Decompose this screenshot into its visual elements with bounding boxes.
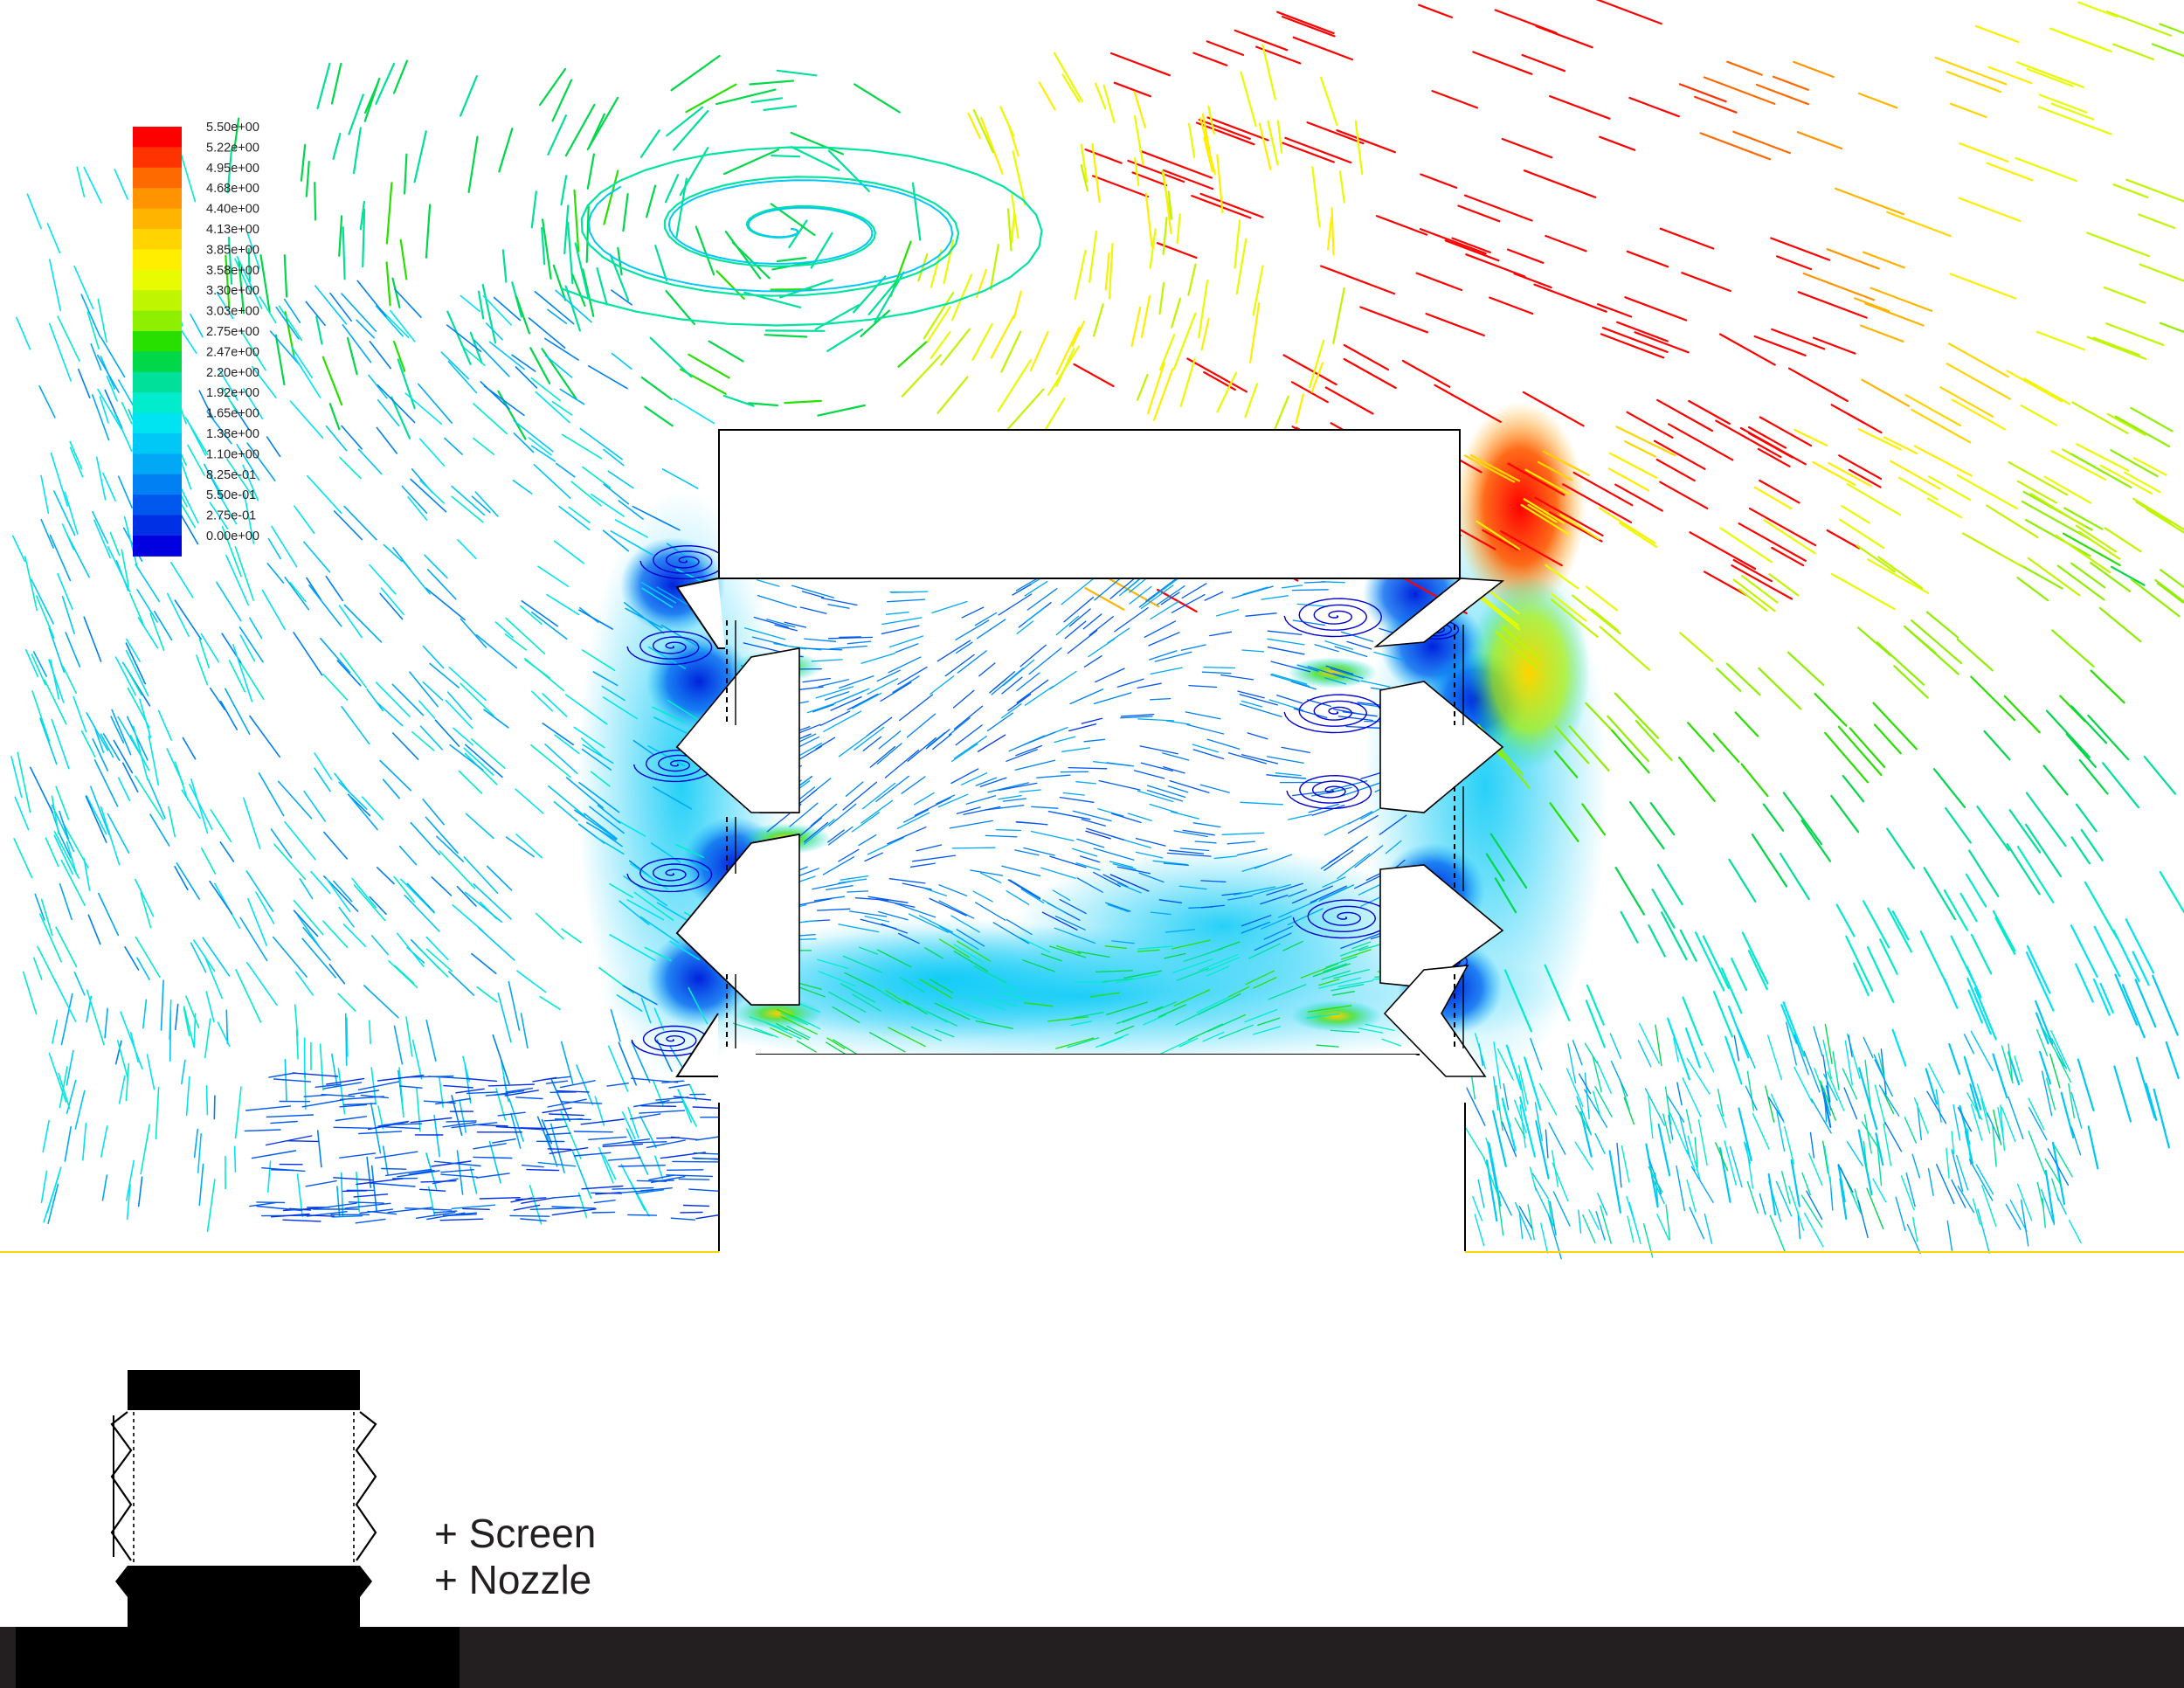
colorbar-swatch	[133, 412, 182, 434]
colorbar-swatch	[133, 127, 182, 148]
colorbar-swatch	[133, 433, 182, 454]
colorbar-tick-label: 4.13e+00	[206, 223, 259, 237]
colorbar-tick-label: 5.22e+00	[206, 141, 259, 155]
colorbar-swatch	[133, 310, 182, 332]
footer-block	[16, 1627, 460, 1688]
colorbar-tick-label: 3.85e+00	[206, 243, 259, 257]
cfd-figure: 5.50e+00 5.22e+00 4.95e+00 4.68e+00 4.40e+00…	[0, 0, 2184, 1688]
colorbar-tick-label: 3.03e+00	[206, 305, 259, 319]
colorbar-swatch	[133, 495, 182, 516]
colorbar-tick-label: 8.25e-01	[206, 468, 256, 482]
colorbar-tick-label: 2.47e+00	[206, 345, 259, 359]
caption-screen: + Screen	[434, 1511, 597, 1556]
colorbar-swatch	[133, 269, 182, 291]
colorbar-swatch	[133, 515, 182, 536]
colorbar-swatch	[133, 229, 182, 250]
colorbar-tick-label: 2.20e+00	[206, 366, 259, 380]
colorbar-tick-label: 4.68e+00	[206, 182, 259, 196]
colorbar-tick-label: 3.58e+00	[206, 264, 259, 278]
colorbar-swatch	[133, 371, 182, 393]
colorbar-swatch	[133, 351, 182, 373]
schematic-roof	[128, 1370, 360, 1410]
cfd-velocity-plot: 5.50e+00 5.22e+00 4.95e+00 4.68e+00 4.40e+00…	[0, 0, 2184, 1627]
colorbar-tick-label: 0.00e+00	[206, 529, 259, 543]
colorbar-swatch	[133, 167, 182, 189]
colorbar-tick-label: 1.65e+00	[206, 407, 259, 421]
colorbar-legend: 5.50e+00 5.22e+00 4.95e+00 4.68e+00 4.40e+00…	[133, 121, 259, 557]
colorbar-swatch	[133, 536, 182, 557]
colorbar-swatch	[133, 392, 182, 414]
colorbar-swatch	[133, 249, 182, 271]
schematic-base	[115, 1566, 372, 1627]
colorbar-tick-label: 2.75e-01	[206, 509, 256, 523]
colorbar-swatch	[133, 331, 182, 352]
colorbar-tick-label: 3.30e+00	[206, 284, 259, 298]
colorbar-tick-label: 5.50e+00	[206, 121, 259, 135]
caption-nozzle: + Nozzle	[434, 1557, 592, 1602]
colorbar-swatch	[133, 147, 182, 169]
colorbar-tick-label: 4.95e+00	[206, 162, 259, 176]
colorbar-swatch	[133, 188, 182, 210]
screen-nozzle-schematic-icon	[110, 1370, 377, 1627]
colorbar-tick-label: 4.40e+00	[206, 203, 259, 217]
building-section	[0, 429, 2184, 1253]
colorbar-tick-label: 1.10e+00	[206, 447, 259, 461]
colorbar-tick-label: 2.75e+00	[206, 325, 259, 339]
colorbar-swatch	[133, 208, 182, 230]
colorbar-tick-label: 1.92e+00	[206, 386, 259, 400]
colorbar-swatch	[133, 290, 182, 312]
colorbar-tick-label: 1.38e+00	[206, 427, 259, 441]
colorbar-swatch	[133, 474, 182, 495]
colorbar-swatch	[133, 453, 182, 475]
colorbar-tick-label: 5.50e-01	[206, 488, 256, 502]
roof-slab	[718, 429, 1461, 579]
